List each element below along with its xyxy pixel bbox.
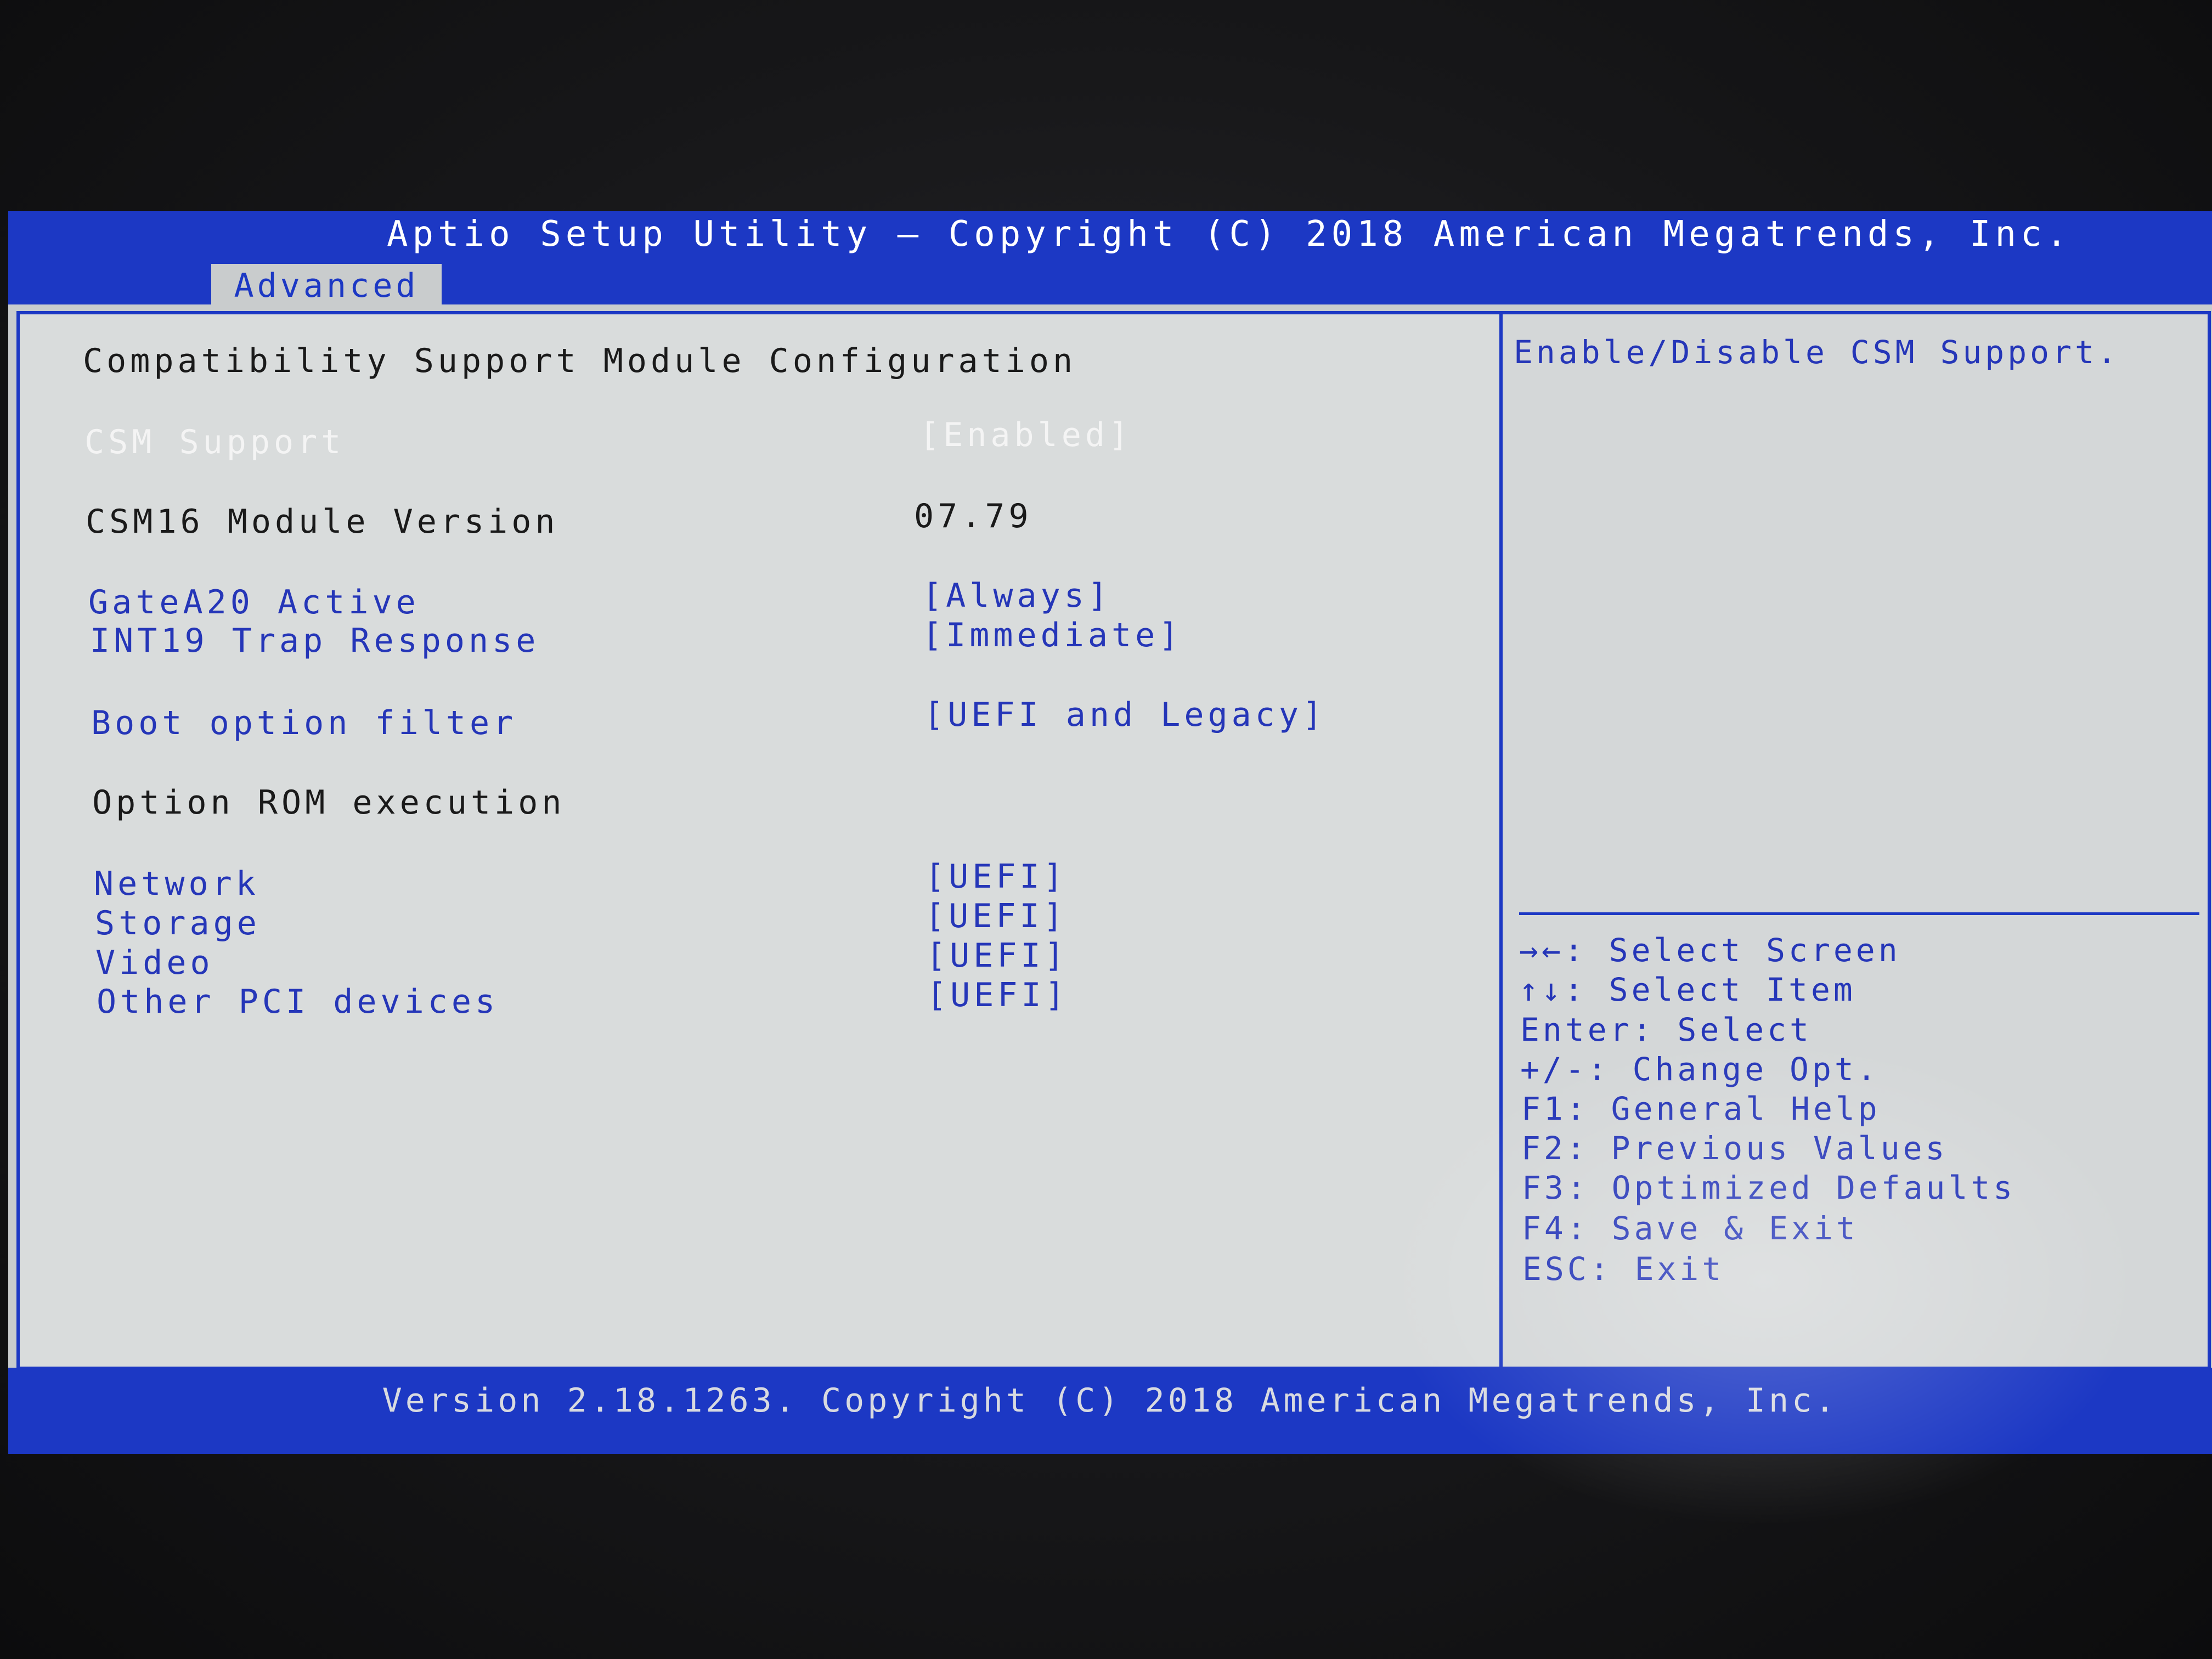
help-panel: Enable/Disable CSM Support. →←: Select S… xyxy=(1499,311,2211,1370)
setting-label-storage[interactable]: Storage xyxy=(95,904,261,943)
setting-label-boot-filter[interactable]: Boot option filter xyxy=(91,704,517,742)
key-hint-enter: Enter: Select xyxy=(1520,1011,1812,1048)
settings-panel: Compatibility Support Module Configurati… xyxy=(16,311,1507,1370)
setting-label-option-rom: Option ROM execution xyxy=(92,783,566,822)
setting-label-csm16-version: CSM16 Module Version xyxy=(86,503,559,541)
key-hint-select-item: ↑↓: Select Item xyxy=(1519,971,1856,1008)
key-hint-f3: F3: Optimized Defaults xyxy=(1522,1169,2016,1206)
setting-value-csm-support[interactable]: [Enabled] xyxy=(919,416,1132,454)
setting-label-video[interactable]: Video xyxy=(95,944,214,982)
key-hint-esc: ESC: Exit xyxy=(1522,1250,1725,1288)
key-hint-select-screen: →←: Select Screen xyxy=(1519,932,1901,969)
setting-value-video[interactable]: [UEFI] xyxy=(926,936,1068,975)
setting-value-csm16-version: 07.79 xyxy=(914,497,1032,535)
app-title: Aptio Setup Utility – Copyright (C) 2018… xyxy=(387,214,2072,255)
setting-label-int19[interactable]: INT19 Trap Response xyxy=(90,622,539,660)
setting-value-network[interactable]: [UEFI] xyxy=(925,857,1067,896)
setting-value-other-pci[interactable]: [UEFI] xyxy=(927,976,1069,1014)
help-description: Enable/Disable CSM Support. xyxy=(1514,334,2120,371)
footer-bar: Version 2.18.1263. Copyright (C) 2018 Am… xyxy=(8,1368,2212,1454)
setting-value-gatea20[interactable]: [Always] xyxy=(922,577,1111,615)
setting-label-other-pci[interactable]: Other PCI devices xyxy=(97,983,499,1021)
key-hint-f1: F1: General Help xyxy=(1521,1090,1881,1127)
tab-advanced[interactable]: Advanced xyxy=(211,264,442,308)
key-hint-f4: F4: Save & Exit xyxy=(1522,1210,1859,1247)
setting-value-storage[interactable]: [UEFI] xyxy=(925,897,1067,935)
bios-screen: Aptio Setup Utility – Copyright (C) 2018… xyxy=(8,211,2212,1528)
key-hint-f2: F2: Previous Values xyxy=(1521,1130,1948,1167)
section-title: Compatibility Support Module Configurati… xyxy=(83,342,1077,380)
setting-label-gatea20[interactable]: GateA20 Active xyxy=(88,583,420,622)
setting-value-int19[interactable]: [Immediate] xyxy=(922,616,1182,654)
footer-version-text: Version 2.18.1263. Copyright (C) 2018 Am… xyxy=(382,1381,1838,1420)
setting-label-csm-support[interactable]: CSM Support xyxy=(84,423,345,461)
key-hint-change-opt: +/-: Change Opt. xyxy=(1520,1051,1880,1088)
setting-value-boot-filter[interactable]: [UEFI and Legacy] xyxy=(924,696,1326,734)
setting-label-network[interactable]: Network xyxy=(94,865,259,903)
help-divider xyxy=(1519,912,2199,915)
